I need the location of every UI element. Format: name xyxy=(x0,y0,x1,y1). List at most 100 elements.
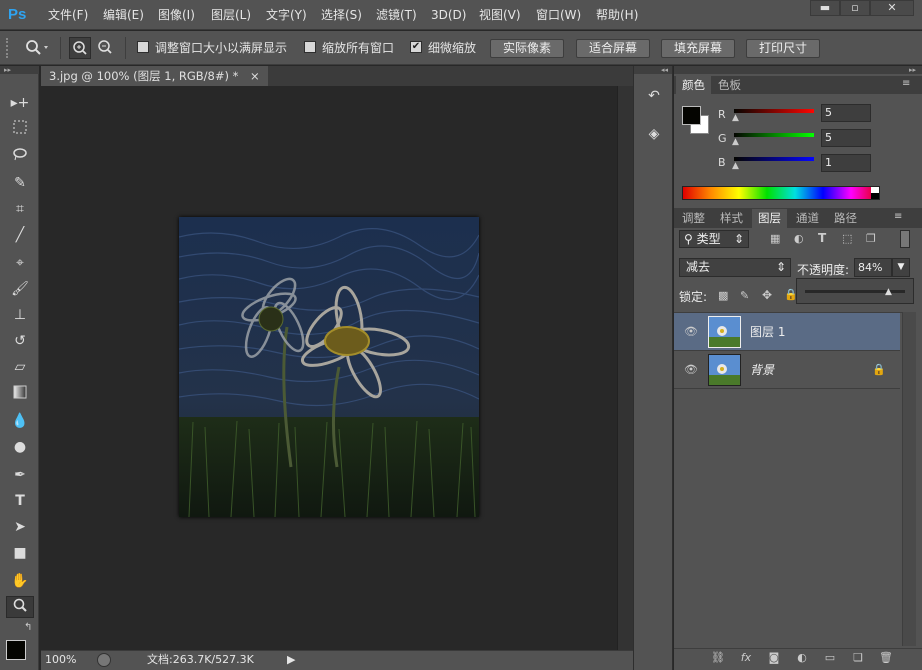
menu-window[interactable]: 窗口(W) xyxy=(536,8,581,22)
resize-windows-checkbox[interactable] xyxy=(137,41,149,53)
quick-selection-tool-icon[interactable]: ✎ xyxy=(6,172,34,194)
channel-r-value[interactable]: 5 xyxy=(821,104,871,122)
layers-scrollbar[interactable] xyxy=(902,312,916,646)
crop-tool-icon[interactable]: ⌗ xyxy=(6,198,34,220)
filter-pixel-icon[interactable]: ▦ xyxy=(770,232,780,245)
menu-select[interactable]: 选择(S) xyxy=(321,8,362,22)
zoom-level[interactable]: 100% xyxy=(45,651,76,669)
menu-edit[interactable]: 编辑(E) xyxy=(103,8,144,22)
menu-layer[interactable]: 图层(L) xyxy=(211,8,251,22)
clone-stamp-tool-icon[interactable]: ⊥ xyxy=(6,304,34,326)
print-size-button[interactable]: 打印尺寸 xyxy=(746,39,820,58)
channel-b-handle[interactable]: ▲ xyxy=(732,161,739,171)
tab-styles[interactable]: 样式 xyxy=(714,209,749,227)
filter-smart-object-icon[interactable]: ❐ xyxy=(866,232,876,245)
tab-paths[interactable]: 路径 xyxy=(828,209,863,227)
tab-layers[interactable]: 图层 xyxy=(752,209,787,228)
menu-file[interactable]: 文件(F) xyxy=(48,8,88,22)
layer-row-background[interactable]: 👁 背景 🔒 xyxy=(674,351,900,389)
new-layer-icon[interactable]: ❏ xyxy=(850,651,866,665)
document-image[interactable] xyxy=(178,217,480,518)
minimize-button[interactable]: ▬ xyxy=(810,0,840,16)
canvas-area[interactable] xyxy=(41,86,617,650)
options-grip[interactable] xyxy=(6,38,10,58)
brush-tool-icon[interactable]: 🖌 xyxy=(6,278,34,300)
zoom-tool-icon[interactable] xyxy=(6,596,34,618)
color-spectrum-bar[interactable] xyxy=(682,186,880,200)
marquee-tool-icon[interactable] xyxy=(6,119,34,141)
tool-preset-picker[interactable] xyxy=(20,37,52,59)
opacity-value[interactable]: 84% xyxy=(854,258,892,277)
rectangle-tool-icon[interactable]: ■ xyxy=(6,542,34,564)
history-panel-icon[interactable]: ↶ xyxy=(644,88,664,108)
maximize-button[interactable]: ▫ xyxy=(840,0,870,16)
menu-filter[interactable]: 滤镜(T) xyxy=(376,8,417,22)
healing-brush-tool-icon[interactable]: ⌖ xyxy=(6,252,34,274)
menu-view[interactable]: 视图(V) xyxy=(479,8,521,22)
color-panel-menu-icon[interactable]: ≡ xyxy=(902,78,910,89)
blend-mode-dropdown[interactable]: 减去 ⇕ xyxy=(679,258,791,277)
channel-b-value[interactable]: 1 xyxy=(821,154,871,172)
add-mask-icon[interactable]: ◙ xyxy=(766,651,782,665)
new-group-icon[interactable]: ▭ xyxy=(822,651,838,665)
opacity-dropdown-arrow-icon[interactable]: ▼ xyxy=(892,258,910,277)
move-tool-icon[interactable]: ▸+ xyxy=(6,92,34,114)
filter-shape-icon[interactable]: ⬚ xyxy=(842,232,852,245)
opacity-slider-popup[interactable]: ▲ xyxy=(796,278,914,304)
actual-pixels-button[interactable]: 实际像素 xyxy=(490,39,564,58)
vertical-scrollbar[interactable] xyxy=(617,86,633,650)
lock-transparent-icon[interactable]: ▩ xyxy=(718,289,728,302)
tab-swatches[interactable]: 色板 xyxy=(712,76,747,94)
status-menu-arrow-icon[interactable]: ▶ xyxy=(287,651,295,669)
fit-screen-button[interactable]: 适合屏幕 xyxy=(576,39,650,58)
dodge-tool-icon[interactable]: ● xyxy=(6,436,34,458)
document-tab-close-icon[interactable]: × xyxy=(250,69,260,83)
layer-name[interactable]: 图层 1 xyxy=(750,325,785,339)
lasso-tool-icon[interactable] xyxy=(6,146,34,168)
zoom-all-windows-checkbox[interactable] xyxy=(304,41,316,53)
channel-b-slider[interactable] xyxy=(734,157,814,161)
swap-colors-icon[interactable]: ↰ xyxy=(24,622,32,633)
tab-color[interactable]: 颜色 xyxy=(676,76,711,94)
foreground-color-swatch[interactable] xyxy=(6,640,26,660)
opacity-slider-handle[interactable]: ▲ xyxy=(885,287,892,297)
tab-channels[interactable]: 通道 xyxy=(790,209,825,227)
tab-adjustments[interactable]: 调整 xyxy=(676,209,711,227)
channel-r-slider[interactable] xyxy=(734,109,814,113)
zoom-out-icon[interactable] xyxy=(94,37,116,59)
eraser-tool-icon[interactable]: ▱ xyxy=(6,356,34,378)
3d-panel-icon[interactable]: ◈ xyxy=(644,126,664,146)
foreground-swatch[interactable] xyxy=(682,106,701,125)
lock-position-icon[interactable]: ✥ xyxy=(762,288,772,302)
history-brush-tool-icon[interactable]: ↺ xyxy=(6,330,34,352)
filter-type-icon[interactable]: T xyxy=(818,231,826,245)
channel-g-value[interactable]: 5 xyxy=(821,129,871,147)
document-tab[interactable]: 3.jpg @ 100% (图层 1, RGB/8#) * × xyxy=(41,66,268,86)
type-tool-icon[interactable]: T xyxy=(6,490,34,512)
layer-name[interactable]: 背景 xyxy=(750,363,774,377)
eyedropper-tool-icon[interactable]: ╱ xyxy=(6,224,34,246)
pen-tool-icon[interactable]: ✒ xyxy=(6,464,34,486)
dock-collapse[interactable]: ◂◂ xyxy=(634,66,672,74)
hand-tool-icon[interactable]: ✋ xyxy=(6,570,34,592)
lock-image-icon[interactable]: ✎ xyxy=(740,289,749,302)
zoom-in-icon[interactable] xyxy=(69,37,91,59)
channel-r-handle[interactable]: ▲ xyxy=(732,113,739,123)
panel-collapse[interactable]: ▸▸ xyxy=(674,66,922,74)
layer-row-1[interactable]: 👁 图层 1 xyxy=(674,313,900,351)
channel-g-slider[interactable] xyxy=(734,133,814,137)
filter-adjustment-icon[interactable]: ◐ xyxy=(794,232,804,245)
menu-3d[interactable]: 3D(D) xyxy=(431,8,466,22)
scrubby-zoom-checkbox[interactable]: ✔ xyxy=(410,41,422,53)
status-info-icon[interactable] xyxy=(97,653,111,667)
delete-layer-icon[interactable]: 🗑 xyxy=(878,651,894,665)
layers-panel-menu-icon[interactable]: ≡ xyxy=(894,211,902,222)
filter-toggle[interactable] xyxy=(900,230,910,248)
menu-type[interactable]: 文字(Y) xyxy=(266,8,307,22)
visibility-eye-icon[interactable]: 👁 xyxy=(684,363,698,377)
link-layers-icon[interactable]: ⛓ xyxy=(710,651,726,665)
channel-g-handle[interactable]: ▲ xyxy=(732,137,739,147)
fill-screen-button[interactable]: 填充屏幕 xyxy=(661,39,735,58)
visibility-eye-icon[interactable]: 👁 xyxy=(684,325,698,339)
gradient-tool-icon[interactable] xyxy=(6,384,34,406)
